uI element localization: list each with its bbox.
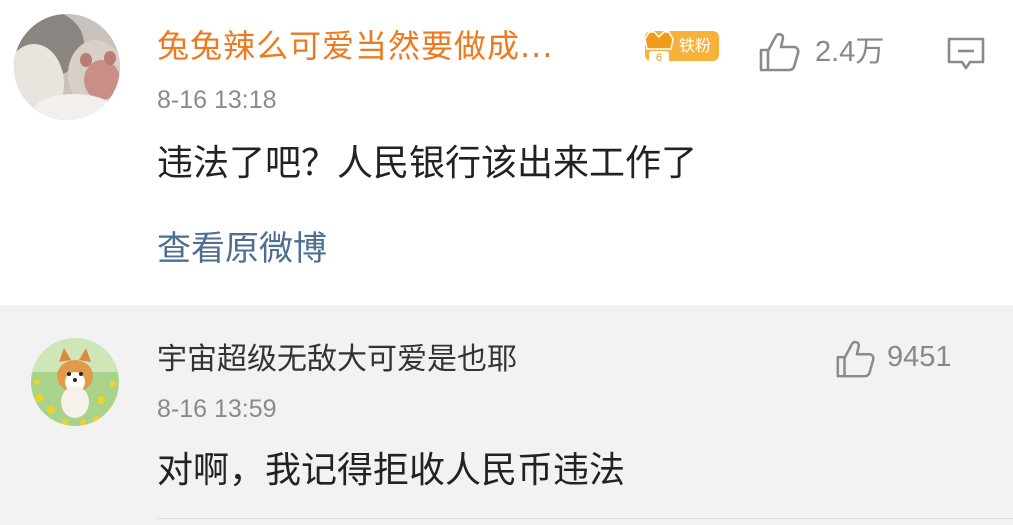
svg-text:6: 6 — [656, 52, 662, 64]
reply-username[interactable]: 宇宙超级无敌大可爱是也耶 — [157, 345, 517, 375]
crown-icon: 6 — [644, 27, 674, 64]
thumbs-up-icon[interactable] — [757, 30, 801, 74]
cat-avatar-image — [14, 14, 120, 120]
divider — [157, 518, 1013, 519]
corgi-avatar-image — [31, 338, 119, 426]
avatar[interactable] — [31, 338, 119, 426]
comment-icon[interactable] — [946, 36, 986, 72]
view-original-link[interactable]: 查看原微博 — [157, 232, 327, 266]
reply-text: 对啊，我记得拒收人民币违法 — [157, 450, 626, 491]
reply-timestamp: 8-16 13:59 — [157, 395, 277, 423]
badge-label: 铁粉 — [679, 36, 712, 55]
comment-card: 兔兔辣么可爱当然要做成... 6 铁粉 2.4万 8-16 13:18 违法了吧… — [0, 0, 1013, 305]
like-count: 2.4万 — [815, 36, 885, 68]
comment-username[interactable]: 兔兔辣么可爱当然要做成... — [157, 30, 554, 62]
like-count: 9451 — [887, 341, 952, 373]
avatar[interactable] — [14, 14, 120, 120]
fan-badge[interactable]: 6 铁粉 — [644, 27, 720, 64]
comment-timestamp: 8-16 13:18 — [157, 86, 277, 114]
thumbs-up-icon[interactable] — [834, 338, 876, 380]
comment-text: 违法了吧？人民银行该出来工作了 — [157, 143, 698, 184]
reply-card: 宇宙超级无敌大可爱是也耶 9451 8-16 13:59 对啊，我记得拒收人民币… — [0, 305, 1013, 525]
